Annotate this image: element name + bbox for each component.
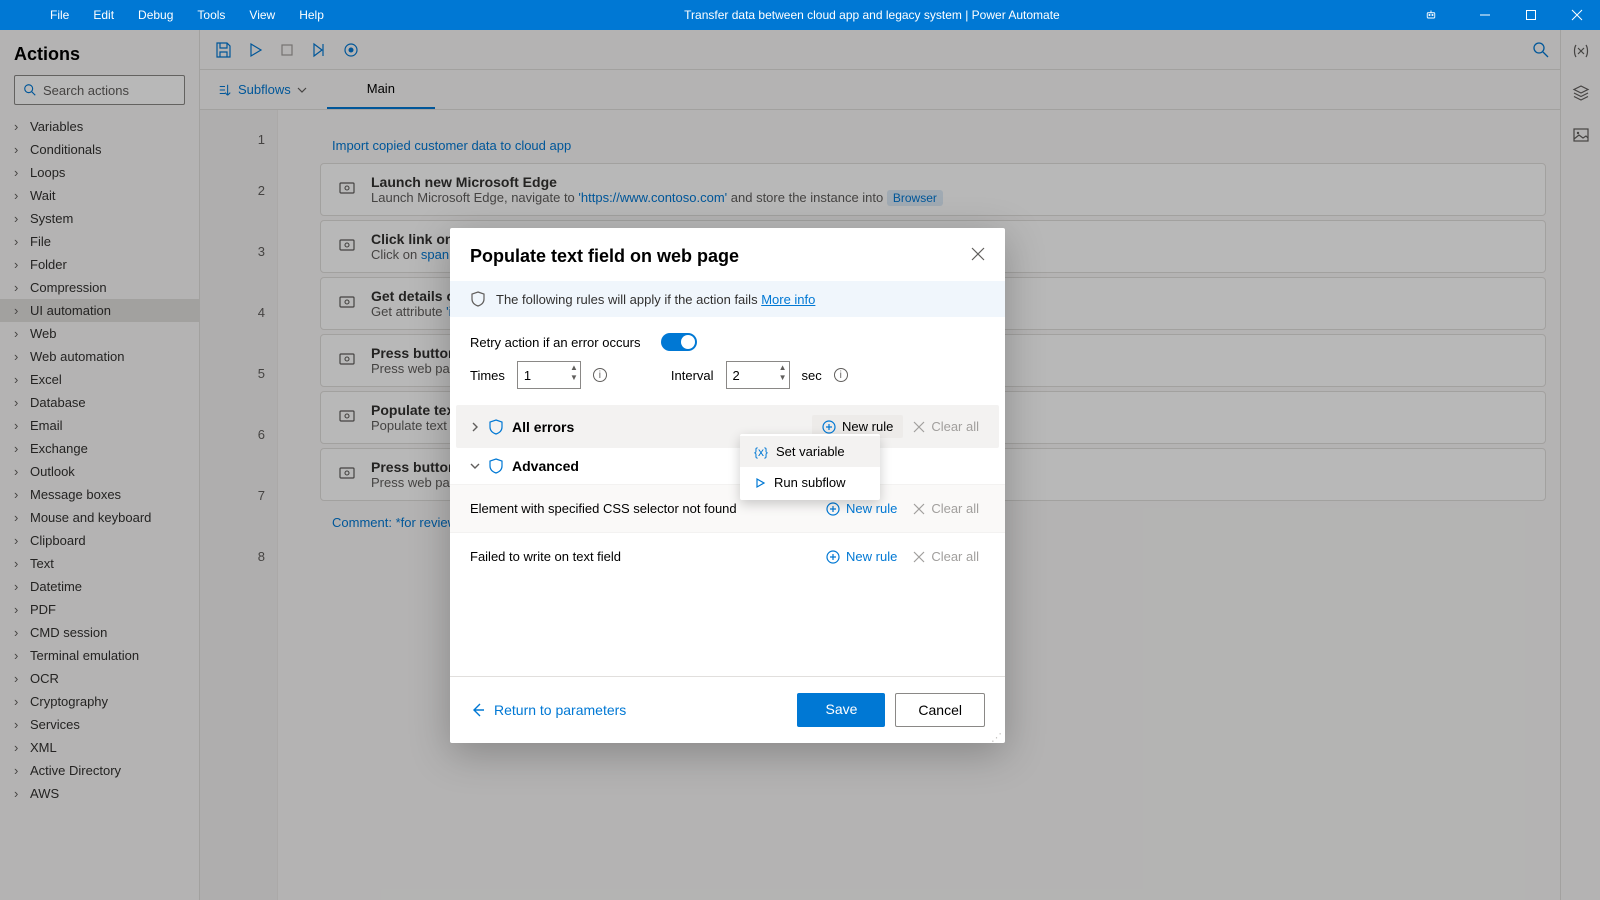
times-info-icon[interactable]: i [593, 368, 607, 382]
x-icon [913, 551, 925, 563]
all-errors-label: All errors [512, 419, 574, 435]
popup-set-variable[interactable]: {x} Set variable [740, 436, 880, 467]
maximize-button[interactable] [1508, 0, 1554, 30]
cancel-button[interactable]: Cancel [895, 693, 985, 727]
adv-item-label: Failed to write on text field [470, 549, 621, 564]
variable-icon: {x} [754, 445, 768, 459]
advanced-section[interactable]: Advanced [456, 448, 999, 484]
menu-debug[interactable]: Debug [126, 8, 185, 22]
title-bar: File Edit Debug Tools View Help Transfer… [0, 0, 1600, 30]
x-icon [913, 503, 925, 515]
menu-edit[interactable]: Edit [81, 8, 126, 22]
times-label: Times [470, 368, 505, 383]
interval-input[interactable]: 2▲▼ [726, 361, 790, 389]
shield-blue-icon [488, 458, 504, 474]
minimize-button[interactable] [1462, 0, 1508, 30]
close-button[interactable] [1554, 0, 1600, 30]
interval-spinner[interactable]: ▲▼ [779, 363, 787, 383]
advanced-label: Advanced [512, 458, 579, 474]
interval-info-icon[interactable]: i [834, 368, 848, 382]
menu-file[interactable]: File [38, 8, 81, 22]
css-new-rule-button[interactable]: New rule [820, 497, 903, 520]
css-clear-all: Clear all [907, 497, 985, 520]
advanced-error-failed-write[interactable]: Failed to write on text field New rule C… [450, 532, 1005, 580]
write-clear-all: Clear all [907, 545, 985, 568]
interval-label: Interval [671, 368, 714, 383]
return-to-parameters-link[interactable]: Return to parameters [470, 702, 626, 718]
robot-icon[interactable] [1408, 0, 1454, 30]
popup-run-subflow[interactable]: Run subflow [740, 467, 880, 498]
play-icon [754, 477, 766, 489]
dialog-title: Populate text field on web page [470, 246, 739, 267]
write-new-rule-button[interactable]: New rule [820, 545, 903, 568]
arrow-left-icon [470, 702, 486, 718]
dialog-footer: Return to parameters Save Cancel [450, 676, 1005, 743]
plus-circle-icon [822, 420, 836, 434]
menu-help[interactable]: Help [287, 8, 336, 22]
advanced-error-css-selector[interactable]: Element with specified CSS selector not … [450, 484, 1005, 532]
info-text: The following rules will apply if the ac… [496, 292, 761, 307]
shield-blue-icon [488, 419, 504, 435]
chevron-right-icon [470, 422, 480, 432]
sec-label: sec [802, 368, 822, 383]
menu-tools[interactable]: Tools [185, 8, 237, 22]
plus-circle-icon [826, 502, 840, 516]
retry-label: Retry action if an error occurs [470, 335, 641, 350]
plus-circle-icon [826, 550, 840, 564]
menu-bar: File Edit Debug Tools View Help [0, 8, 336, 22]
error-handling-dialog: Populate text field on web page The foll… [450, 228, 1005, 743]
retry-toggle[interactable] [661, 333, 697, 351]
times-input[interactable]: 1▲▼ [517, 361, 581, 389]
x-icon [913, 421, 925, 433]
save-button[interactable]: Save [797, 693, 885, 727]
chevron-down-icon [470, 461, 480, 471]
more-info-link[interactable]: More info [761, 292, 815, 307]
all-errors-section[interactable]: All errors New rule Clear all [456, 405, 999, 448]
times-spinner[interactable]: ▲▼ [570, 363, 578, 383]
new-rule-popup: {x} Set variable Run subflow [740, 434, 880, 500]
dialog-close-button[interactable] [971, 247, 985, 266]
all-errors-clear-all: Clear all [907, 415, 985, 438]
window-title: Transfer data between cloud app and lega… [336, 8, 1408, 22]
menu-view[interactable]: View [237, 8, 287, 22]
shield-icon [470, 291, 486, 307]
info-bar: The following rules will apply if the ac… [450, 281, 1005, 317]
adv-item-label: Element with specified CSS selector not … [470, 501, 737, 516]
